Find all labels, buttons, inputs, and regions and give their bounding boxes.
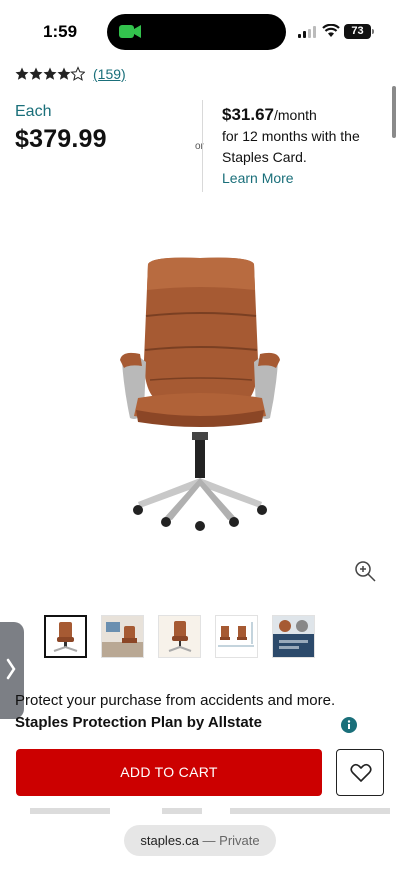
financing-terms-line2: Staples Card. (222, 149, 307, 165)
thumbnail-strip (44, 615, 315, 659)
battery-cap (372, 29, 374, 34)
financing-block: $31.67/month for 12 months with the Stap… (222, 104, 360, 189)
video-camera-icon (119, 25, 141, 38)
financing-terms-line1: for 12 months with the (222, 128, 360, 144)
zoom-in-icon[interactable] (354, 560, 376, 582)
protection-plan-text: Protect your purchase from accidents and… (15, 690, 380, 734)
monthly-price: $31.67/month (222, 104, 360, 126)
thumbnail-features[interactable] (272, 615, 315, 658)
monthly-amount: $31.67 (222, 105, 274, 124)
private-label: Private (219, 833, 260, 848)
status-bar: 1:59 73 (0, 0, 400, 62)
chevron-right-icon (6, 658, 16, 680)
heart-icon (350, 763, 372, 782)
url-domain: staples.ca (140, 833, 199, 848)
rating-row: (159) (15, 64, 126, 84)
review-count-link[interactable]: (159) (93, 66, 126, 82)
thumbnail-chair-room[interactable] (101, 615, 144, 658)
thumbnail-chair-angle[interactable] (158, 615, 201, 658)
add-to-cart-button[interactable]: ADD TO CART (16, 749, 322, 796)
status-time: 1:59 (43, 22, 78, 41)
clipped-content (30, 808, 390, 814)
thumbnail-dimensions[interactable] (215, 615, 258, 658)
browser-url-pill[interactable]: staples.ca — Private (124, 825, 276, 856)
price-divider (202, 100, 203, 192)
battery-indicator: 73 (344, 24, 371, 39)
signal-icon (298, 26, 316, 38)
thumbnail-chair-front[interactable] (44, 615, 87, 658)
info-icon[interactable] (341, 717, 357, 733)
monthly-unit: /month (274, 107, 317, 123)
protection-plan-name[interactable]: Staples Protection Plan by Allstate (15, 714, 262, 731)
price-block: Each $379.99 (15, 103, 107, 154)
star-rating-icon (15, 67, 85, 81)
protection-description: Protect your purchase from accidents and… (15, 692, 336, 709)
price-label: Each (15, 103, 52, 120)
wishlist-button[interactable] (336, 749, 384, 796)
url-separator: — (202, 833, 216, 848)
price-value: $379.99 (15, 125, 107, 153)
wifi-icon (322, 24, 340, 37)
learn-more-link[interactable]: Learn More (222, 168, 360, 189)
dynamic-island (107, 14, 286, 50)
scroll-indicator[interactable] (392, 86, 396, 138)
product-image[interactable] (100, 250, 300, 540)
